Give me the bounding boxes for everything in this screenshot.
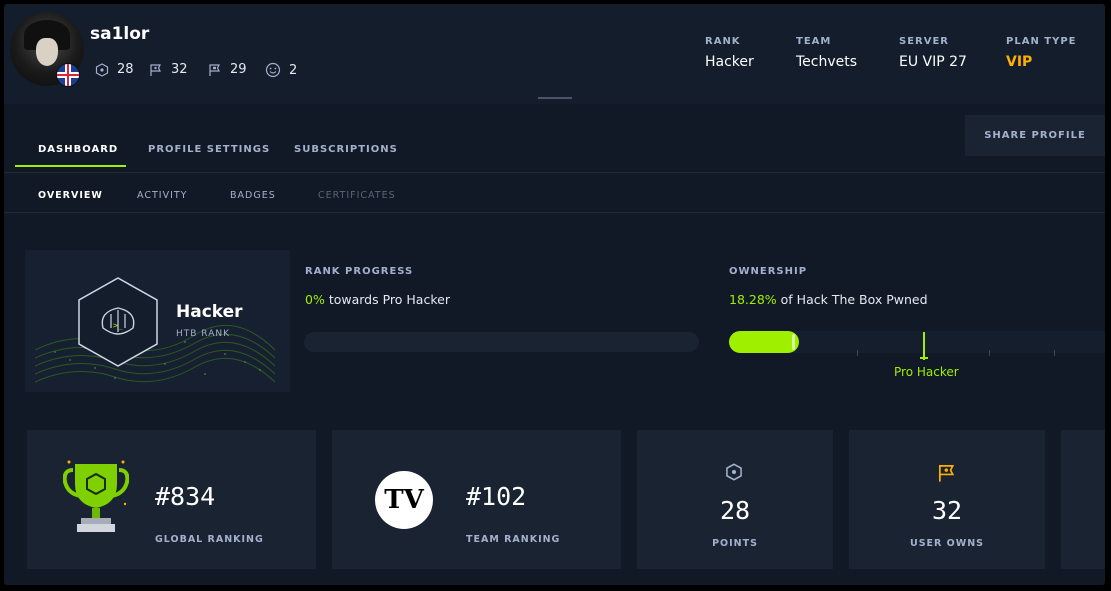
points-value: 28 [117, 62, 134, 77]
user-owns-label: USER OWNS [909, 538, 984, 549]
user-owns-value: 32 [931, 496, 963, 525]
points-card[interactable]: 28 POINTS [637, 430, 833, 569]
respect-stat: 2 [265, 62, 297, 78]
respect-value: 2 [289, 62, 298, 78]
tab-subscriptions[interactable]: SUBSCRIPTIONS [294, 144, 398, 155]
subtab-activity[interactable]: ACTIVITY [137, 190, 187, 201]
rank-progress-bar [304, 332, 699, 352]
svg-text:>_: >_ [113, 321, 123, 330]
system-owns-stat: 29 [208, 62, 247, 77]
user-owns-value: 32 [171, 62, 188, 77]
profile-header: sa1lor 28 32 29 2 RANK Hacker TEAM Techv… [4, 4, 1105, 104]
team-ranking-card[interactable]: TV #102 TEAM RANKING [332, 430, 621, 569]
team-logo-icon: TV [375, 471, 433, 529]
rank-progress-text: 0% towards Pro Hacker [305, 292, 450, 307]
hacker-rank-badge-icon: >_ [78, 277, 158, 367]
global-ranking-value: #834 [155, 482, 216, 511]
sub-tabs: OVERVIEW ACTIVITY BADGES CERTIFICATES [4, 172, 1105, 213]
subtab-overview[interactable]: OVERVIEW [38, 190, 103, 201]
user-owns-card[interactable]: 32 USER OWNS [849, 430, 1045, 569]
header-team[interactable]: TEAM Techvets [796, 36, 857, 70]
ownership-text: 18.28% of Hack The Box Pwned [729, 292, 928, 307]
user-owns-stat: 32 [149, 62, 188, 77]
respect-icon [265, 62, 281, 78]
header-plan-type: PLAN TYPE VIP [1006, 36, 1077, 70]
team-ranking-value: #102 [466, 482, 527, 511]
tab-dashboard[interactable]: DASHBOARD [38, 144, 118, 155]
header-server: SERVER EU VIP 27 [899, 36, 967, 70]
points-stat: 28 [95, 62, 134, 77]
system-owns-icon [209, 63, 220, 76]
share-profile-button[interactable]: SHARE PROFILE [965, 115, 1105, 156]
ownership-tick [1054, 350, 1055, 356]
trophy-icon [63, 460, 129, 532]
main-tabs: DASHBOARD PROFILE SETTINGS SUBSCRIPTIONS [4, 112, 1105, 173]
rank-progress-label: RANK PROGRESS [305, 266, 414, 277]
points-icon [726, 463, 742, 481]
header-rank: RANK Hacker [705, 36, 754, 70]
uk-flag-icon [56, 63, 80, 87]
rank-subtitle: HTB RANK [176, 329, 230, 339]
pro-hacker-marker [920, 332, 928, 360]
user-owns-icon [939, 465, 955, 482]
user-owns-icon [150, 63, 161, 76]
system-owns-value: 29 [230, 62, 247, 77]
team-ranking-label: TEAM RANKING [466, 534, 561, 545]
ownership-tick [857, 350, 858, 356]
global-ranking-label: GLOBAL RANKING [155, 534, 264, 545]
ownership-tick [989, 350, 990, 356]
collapse-handle[interactable] [538, 97, 572, 99]
ownership-bar-fill [729, 331, 799, 353]
profile-page: sa1lor 28 32 29 2 RANK Hacker TEAM Techv… [4, 4, 1105, 585]
username: sa1lor [90, 24, 150, 44]
rank-name: Hacker [176, 302, 243, 322]
subtab-badges[interactable]: BADGES [230, 190, 276, 201]
next-stat-card[interactable] [1061, 430, 1105, 569]
points-value: 28 [719, 496, 751, 525]
global-ranking-card[interactable]: #834 GLOBAL RANKING [27, 430, 316, 569]
active-tab-indicator [15, 165, 126, 167]
rank-card: >_ Hacker HTB RANK [25, 250, 290, 392]
points-icon [95, 62, 109, 77]
points-label: POINTS [712, 538, 758, 549]
ownership-label: OWNERSHIP [729, 266, 808, 277]
tab-profile-settings[interactable]: PROFILE SETTINGS [148, 144, 270, 155]
subtab-certificates: CERTIFICATES [318, 190, 396, 201]
pro-hacker-marker-label: Pro Hacker [894, 365, 959, 379]
